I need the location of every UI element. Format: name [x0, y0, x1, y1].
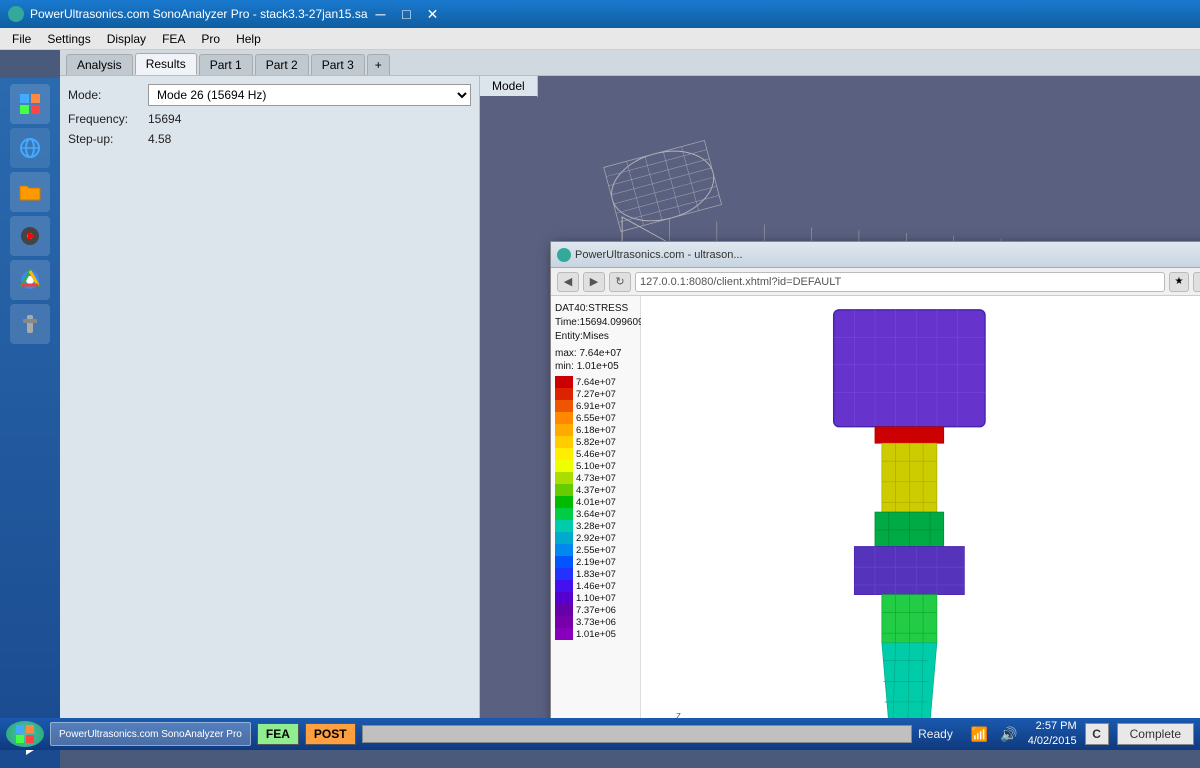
tab-analysis[interactable]: Analysis — [66, 54, 133, 75]
forward-button[interactable]: ▶ — [583, 272, 605, 292]
legend-item: 4.73e+07 — [555, 472, 636, 484]
legend-item: 6.55e+07 — [555, 412, 636, 424]
legend-line3: Entity:Mises — [555, 330, 636, 344]
color-legend: DAT40:STRESS Time:15694.099609 Entity:Mi… — [551, 296, 641, 718]
mode-label: Mode: — [68, 88, 148, 102]
tabs-panel: Analysis Results Part 1 Part 2 Part 3 + — [60, 50, 1200, 76]
window-title: PowerUltrasonics.com SonoAnalyzer Pro - … — [30, 7, 368, 21]
fea-tool-svg — [641, 296, 1200, 718]
browser-favicon — [557, 248, 571, 262]
bookmark-icon[interactable]: ★ — [1169, 272, 1189, 292]
post-button[interactable]: POST — [305, 723, 356, 745]
legend-item: 5.10e+07 — [555, 460, 636, 472]
back-button[interactable]: ◀ — [557, 272, 579, 292]
legend-item: 2.92e+07 — [555, 532, 636, 544]
sidebar-icon-folder[interactable] — [10, 172, 50, 212]
frequency-value: 15694 — [148, 112, 181, 126]
legend-header: DAT40:STRESS Time:15694.099609 Entity:Mi… — [555, 302, 636, 344]
legend-item: 7.37e+06 — [555, 604, 636, 616]
cancel-button[interactable]: C — [1085, 723, 1109, 745]
stepup-label: Step-up: — [68, 132, 148, 146]
menu-pro[interactable]: Pro — [193, 30, 228, 48]
tab-part2[interactable]: Part 2 — [255, 54, 309, 75]
legend-item: 1.01e+05 — [555, 628, 636, 640]
legend-item: 7.64e+07 — [555, 376, 636, 388]
legend-item: 5.46e+07 — [555, 448, 636, 460]
sidebar-icon-windows[interactable] — [10, 84, 50, 124]
titlebar: PowerUltrasonics.com SonoAnalyzer Pro - … — [0, 0, 1200, 28]
browser-window: PowerUltrasonics.com - ultrason... ✕ ◀ ▶… — [550, 241, 1200, 718]
refresh-button[interactable]: ↻ — [609, 272, 631, 292]
browser-titlebar: PowerUltrasonics.com - ultrason... ✕ — [551, 242, 1200, 268]
legend-item: 5.82e+07 — [555, 436, 636, 448]
progress-bar-container — [362, 725, 913, 743]
fea-visualization: ✕ Z Y — [641, 296, 1200, 718]
minimize-button[interactable]: ─ — [368, 4, 394, 24]
sidebar-icon-chrome[interactable] — [10, 260, 50, 300]
analysis-panel: Mode: Mode 26 (15694 Hz) Frequency: 1569… — [60, 76, 480, 718]
address-bar[interactable] — [635, 272, 1165, 292]
sidebar-icon-tool[interactable] — [10, 304, 50, 344]
frequency-label: Frequency: — [68, 112, 148, 126]
color-bar: 7.64e+077.27e+076.91e+076.55e+076.18e+07… — [555, 376, 636, 640]
tab-part3[interactable]: Part 3 — [311, 54, 365, 75]
windows-taskbar: PowerUltrasonics.com SonoAnalyzer Pro FE… — [0, 718, 1200, 750]
sidebar-icon-media[interactable] — [10, 216, 50, 256]
legend-item: 3.73e+06 — [555, 616, 636, 628]
close-button[interactable]: ✕ — [420, 4, 446, 24]
legend-item: 4.01e+07 — [555, 496, 636, 508]
legend-line2: Time:15694.099609 — [555, 316, 636, 330]
menubar: File Settings Display FEA Pro Help — [0, 28, 1200, 50]
menu-icon[interactable]: ≡ — [1193, 272, 1200, 292]
windows-sidebar — [0, 78, 60, 768]
browser-tab-title[interactable]: PowerUltrasonics.com - ultrason... — [575, 249, 1200, 261]
tab-part1[interactable]: Part 1 — [199, 54, 253, 75]
menu-display[interactable]: Display — [99, 30, 154, 48]
menu-file[interactable]: File — [4, 30, 39, 48]
frequency-row: Frequency: 15694 — [68, 112, 471, 126]
stepup-value: 4.58 — [148, 132, 171, 146]
browser-navbar: ◀ ▶ ↻ ★ ≡ — [551, 268, 1200, 296]
legend-item: 2.55e+07 — [555, 544, 636, 556]
menu-settings[interactable]: Settings — [39, 30, 98, 48]
legend-item: 1.46e+07 — [555, 580, 636, 592]
mode-select[interactable]: Mode 26 (15694 Hz) — [148, 84, 471, 106]
legend-item: 1.10e+07 — [555, 592, 636, 604]
legend-item: 6.91e+07 — [555, 400, 636, 412]
mode-row: Mode: Mode 26 (15694 Hz) — [68, 84, 471, 106]
menu-fea[interactable]: FEA — [154, 30, 193, 48]
taskbar-clock: 2:57 PM 4/02/2015 — [1028, 719, 1077, 750]
legend-item: 7.27e+07 — [555, 388, 636, 400]
legend-item: 1.83e+07 — [555, 568, 636, 580]
volume-icon: 🔊 — [1000, 726, 1017, 743]
legend-item: 3.28e+07 — [555, 520, 636, 532]
model-viewport: Model — [480, 76, 1200, 718]
menu-help[interactable]: Help — [228, 30, 269, 48]
network-icon: 📶 — [971, 726, 988, 743]
systray: 📶 🔊 2:57 PM 4/02/2015 C Complete — [969, 719, 1194, 750]
legend-line1: DAT40:STRESS — [555, 302, 636, 316]
app-icon — [8, 6, 24, 22]
legend-item: 4.37e+07 — [555, 484, 636, 496]
status-text: Ready — [918, 727, 953, 741]
legend-item: 2.19e+07 — [555, 556, 636, 568]
tab-results[interactable]: Results — [135, 53, 197, 75]
complete-button[interactable]: Complete — [1117, 723, 1194, 745]
taskbar-app-item[interactable]: PowerUltrasonics.com SonoAnalyzer Pro — [50, 722, 251, 746]
legend-item: 3.64e+07 — [555, 508, 636, 520]
legend-item: 6.18e+07 — [555, 424, 636, 436]
tab-add-button[interactable]: + — [367, 54, 390, 75]
stepup-row: Step-up: 4.58 — [68, 132, 471, 146]
maximize-button[interactable]: □ — [394, 4, 420, 24]
legend-min-row: min: 1.01e+05 — [555, 361, 636, 372]
sidebar-icon-ie[interactable] — [10, 128, 50, 168]
legend-max-row: max: 7.64e+07 — [555, 348, 636, 359]
fea-button[interactable]: FEA — [257, 723, 299, 745]
fea-content-area: DAT40:STRESS Time:15694.099609 Entity:Mi… — [551, 296, 1200, 718]
start-button[interactable] — [6, 721, 44, 747]
